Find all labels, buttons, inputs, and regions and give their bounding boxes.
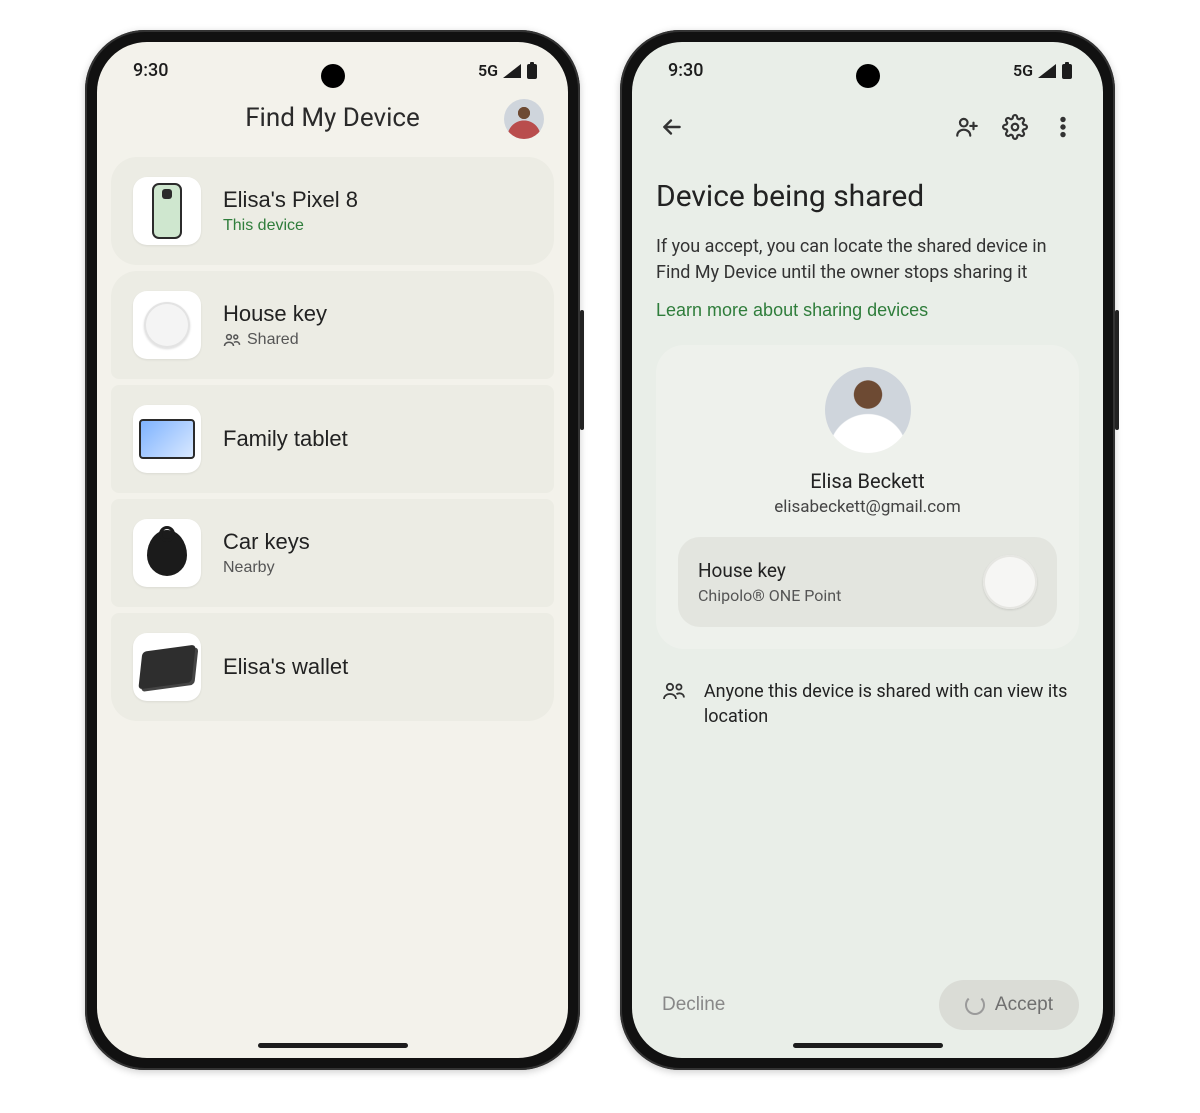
header: Find My Device [97, 89, 568, 157]
screen-find-my-device: 9:30 5G Find My Device Elisa's Pixel 8 T… [97, 42, 568, 1058]
key-fob-icon [147, 530, 187, 576]
header [632, 89, 1103, 159]
network-label: 5G [478, 61, 498, 80]
device-name: House key [223, 301, 327, 327]
avatar-icon [504, 99, 544, 139]
back-arrow-icon [659, 114, 685, 140]
device-thumb [133, 633, 201, 701]
device-subtitle: Shared [223, 331, 327, 349]
settings-button[interactable] [993, 105, 1037, 149]
camera-hole [856, 64, 880, 88]
screen-share-invite: 9:30 5G [632, 42, 1103, 1058]
gear-icon [1002, 114, 1028, 140]
accept-button[interactable]: Accept [939, 980, 1079, 1030]
shared-device-model: Chipolo® ONE Point [698, 586, 841, 605]
tracker-tag-icon [144, 302, 190, 348]
device-subtitle: Nearby [223, 559, 310, 577]
nav-indicator [258, 1043, 408, 1048]
content: Device being shared If you accept, you c… [632, 159, 1103, 730]
loading-spinner-icon [965, 995, 985, 1015]
overflow-menu-button[interactable] [1041, 105, 1085, 149]
phone-left: 9:30 5G Find My Device Elisa's Pixel 8 T… [85, 30, 580, 1070]
status-right: 5G [1013, 61, 1073, 80]
more-vert-icon [1050, 114, 1076, 140]
network-label: 5G [1013, 61, 1033, 80]
info-text: Anyone this device is shared with can vi… [704, 679, 1073, 729]
device-item-family-tablet[interactable]: Family tablet [111, 385, 554, 493]
back-button[interactable] [650, 105, 694, 149]
device-thumb [133, 405, 201, 473]
camera-hole [321, 64, 345, 88]
status-right: 5G [478, 61, 538, 80]
tablet-icon [139, 419, 195, 459]
shared-device-card: House key Chipolo® ONE Point [678, 537, 1057, 627]
device-thumb [133, 519, 201, 587]
info-row: Anyone this device is shared with can vi… [656, 649, 1079, 729]
device-list: Elisa's Pixel 8 This device House key Sh… [97, 157, 568, 721]
wallet-icon [138, 645, 195, 690]
device-item-house-key[interactable]: House key Shared [111, 271, 554, 379]
sharer-name: Elisa Beckett [810, 469, 924, 493]
shared-icon [223, 333, 241, 347]
accept-label: Accept [995, 994, 1053, 1016]
device-name: Elisa's wallet [223, 654, 348, 680]
device-name: Car keys [223, 529, 310, 555]
device-item-pixel[interactable]: Elisa's Pixel 8 This device [111, 157, 554, 265]
battery-icon [1061, 62, 1073, 80]
page-title: Device being shared [656, 179, 1079, 214]
footer: Decline Accept [632, 980, 1103, 1030]
device-thumb [133, 177, 201, 245]
nav-indicator [793, 1043, 943, 1048]
device-item-wallet[interactable]: Elisa's wallet [111, 613, 554, 721]
status-time: 9:30 [668, 60, 703, 81]
device-subtitle-text: Shared [247, 331, 299, 349]
add-person-button[interactable] [945, 105, 989, 149]
sharer-email: elisabeckett@gmail.com [774, 497, 961, 517]
decline-button[interactable]: Decline [656, 984, 731, 1026]
description: If you accept, you can locate the shared… [656, 234, 1079, 286]
signal-icon [1037, 63, 1057, 79]
device-item-car-keys[interactable]: Car keys Nearby [111, 499, 554, 607]
device-name: Family tablet [223, 426, 348, 452]
account-avatar-button[interactable] [504, 99, 544, 139]
signal-icon [502, 63, 522, 79]
status-time: 9:30 [133, 60, 168, 81]
app-title: Find My Device [245, 103, 420, 133]
sharer-avatar [825, 367, 911, 453]
person-add-icon [954, 114, 980, 140]
battery-icon [526, 62, 538, 80]
device-name: Elisa's Pixel 8 [223, 187, 358, 213]
share-card: Elisa Beckett elisabeckett@gmail.com Hou… [656, 345, 1079, 649]
group-icon [662, 679, 686, 703]
phone-right: 9:30 5G [620, 30, 1115, 1070]
shared-device-name: House key [698, 559, 841, 582]
device-subtitle: This device [223, 217, 358, 235]
device-thumb [133, 291, 201, 359]
phone-icon [152, 183, 182, 239]
tracker-tag-icon [983, 555, 1037, 609]
learn-more-link[interactable]: Learn more about sharing devices [656, 300, 928, 321]
